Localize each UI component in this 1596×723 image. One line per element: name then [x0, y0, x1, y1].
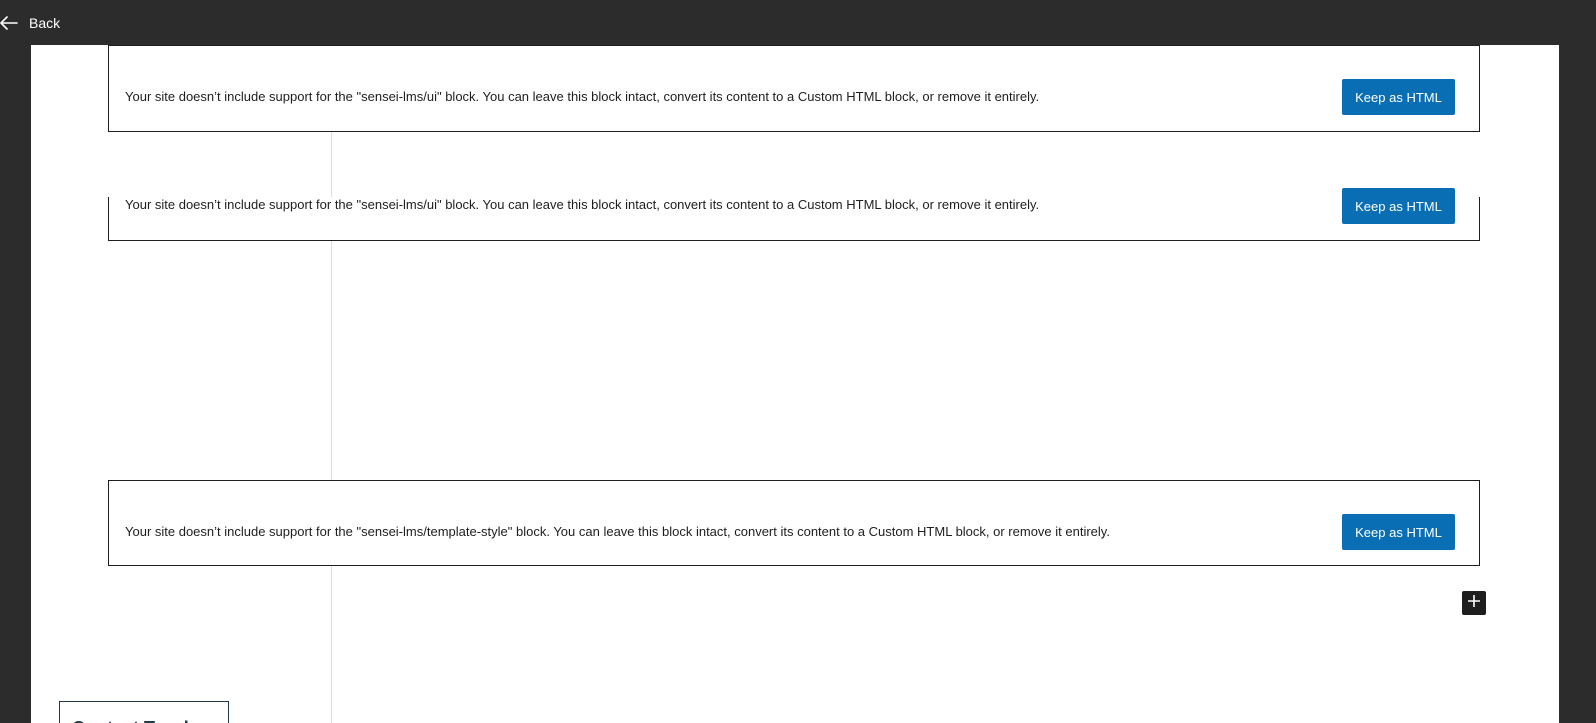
plus-icon [1467, 594, 1481, 613]
missing-block-warning[interactable]: Your site doesn’t include support for th… [108, 45, 1480, 132]
column-divider [331, 45, 332, 723]
missing-block-warning[interactable]: Your site doesn’t include support for th… [108, 188, 1480, 241]
add-block-button[interactable] [1462, 591, 1486, 615]
editor-top-bar: Back [0, 0, 1596, 45]
arrow-left-icon [0, 16, 29, 30]
warning-message: Your site doesn’t include support for th… [125, 197, 1040, 212]
back-button[interactable]: Back [0, 12, 60, 34]
keep-as-html-button[interactable]: Keep as HTML [1342, 79, 1455, 115]
warning-message: Your site doesn’t include support for th… [125, 524, 1110, 539]
back-label: Back [29, 15, 61, 31]
keep-as-html-button[interactable]: Keep as HTML [1342, 514, 1455, 550]
missing-block-warning[interactable]: Your site doesn’t include support for th… [108, 480, 1480, 566]
warning-message: Your site doesn’t include support for th… [125, 89, 1040, 104]
editor-canvas[interactable]: Your site doesn’t include support for th… [31, 45, 1559, 723]
contact-teacher-button[interactable]: Contact Teacher [59, 701, 229, 723]
keep-as-html-button[interactable]: Keep as HTML [1342, 188, 1455, 224]
